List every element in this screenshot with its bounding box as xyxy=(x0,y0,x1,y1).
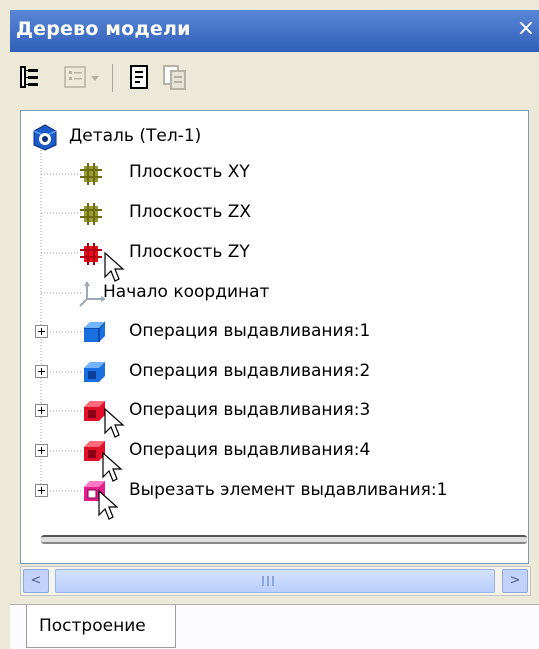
copy-page-icon xyxy=(163,65,186,90)
tree-root-label: Деталь (Тел-1) xyxy=(69,126,202,146)
tree-structure-button[interactable] xyxy=(14,62,44,92)
tree-item-label: Операция выдавливания:3 xyxy=(129,400,371,420)
title-bar[interactable]: Дерево модели × xyxy=(10,10,539,52)
tree-end-divider xyxy=(41,535,527,544)
tree-item-label: Плоскость ZY xyxy=(129,242,250,262)
tab-construction[interactable]: Построение xyxy=(26,605,176,648)
part-icon xyxy=(33,124,57,151)
horizontal-scrollbar[interactable]: < > xyxy=(20,566,531,596)
tree-root-item[interactable]: Деталь (Тел-1) xyxy=(21,119,321,155)
scroll-left-button[interactable]: < xyxy=(23,569,49,593)
tree-item-label: Операция выдавливания:1 xyxy=(129,321,371,341)
scroll-thumb[interactable] xyxy=(55,569,495,593)
tree-item-extrude-1[interactable]: Операция выдавливания:1 xyxy=(21,314,421,350)
tree-item-extrude-2[interactable]: Операция выдавливания:2 xyxy=(21,354,421,390)
extrude-red-icon xyxy=(84,401,105,421)
expand-button[interactable] xyxy=(35,325,48,338)
toolbar xyxy=(10,52,539,104)
extrude-frame-icon xyxy=(84,362,105,382)
filter-dropdown-button[interactable] xyxy=(62,62,106,92)
expand-button[interactable] xyxy=(35,365,48,378)
tree-item-extrude-3[interactable]: Операция выдавливания:3 xyxy=(21,393,421,429)
close-button[interactable]: × xyxy=(515,16,537,44)
scroll-grip xyxy=(272,576,274,586)
expand-button[interactable] xyxy=(35,404,48,417)
plane-selected-icon xyxy=(80,243,102,265)
tree-structure-icon xyxy=(20,66,38,88)
scroll-grip xyxy=(267,576,269,586)
tree-item-label: Вырезать элемент выдавливания:1 xyxy=(129,480,448,500)
plane-icon xyxy=(80,203,102,225)
toolbar-separator xyxy=(112,64,113,92)
tree-item-label: Операция выдавливания:4 xyxy=(129,440,371,460)
page-icon xyxy=(130,65,148,89)
expand-button[interactable] xyxy=(35,484,48,497)
cut-extrude-icon xyxy=(84,481,105,501)
tree-item-label: Начало координат xyxy=(103,282,270,302)
tree-item-plane-zy[interactable]: Плоскость ZY xyxy=(21,235,281,271)
model-tree-panel: Дерево модели × Деталь (Тел-1) Плоскость… xyxy=(0,0,539,649)
tree-item-extrude-4[interactable]: Операция выдавливания:4 xyxy=(21,433,421,469)
plane-icon xyxy=(80,163,102,185)
tree-item-label: Плоскость XY xyxy=(129,162,250,182)
filter-list-icon xyxy=(64,66,99,88)
tab-label: Построение xyxy=(39,616,146,636)
extrude-cube-icon xyxy=(84,321,106,342)
tree-item-plane-zx[interactable]: Плоскость ZX xyxy=(21,195,281,231)
tree-item-origin[interactable]: Начало координат xyxy=(21,275,341,311)
tree-item-cut-extrude-1[interactable]: Вырезать элемент выдавливания:1 xyxy=(21,473,511,509)
tab-strip: Построение xyxy=(10,604,539,649)
scroll-grip xyxy=(262,576,264,586)
copy-page-button[interactable] xyxy=(160,62,190,92)
model-tree[interactable]: Деталь (Тел-1) Плоскость XY Плоскость ZX xyxy=(20,110,529,564)
tree-item-label: Плоскость ZX xyxy=(129,202,252,222)
tree-item-plane-xy[interactable]: Плоскость XY xyxy=(21,155,281,191)
scroll-right-button[interactable]: > xyxy=(502,569,528,593)
expand-button[interactable] xyxy=(35,444,48,457)
tree-item-label: Операция выдавливания:2 xyxy=(129,361,371,381)
extrude-red-icon xyxy=(84,441,105,461)
window-title: Дерево модели xyxy=(16,18,191,40)
page-button[interactable] xyxy=(124,62,154,92)
